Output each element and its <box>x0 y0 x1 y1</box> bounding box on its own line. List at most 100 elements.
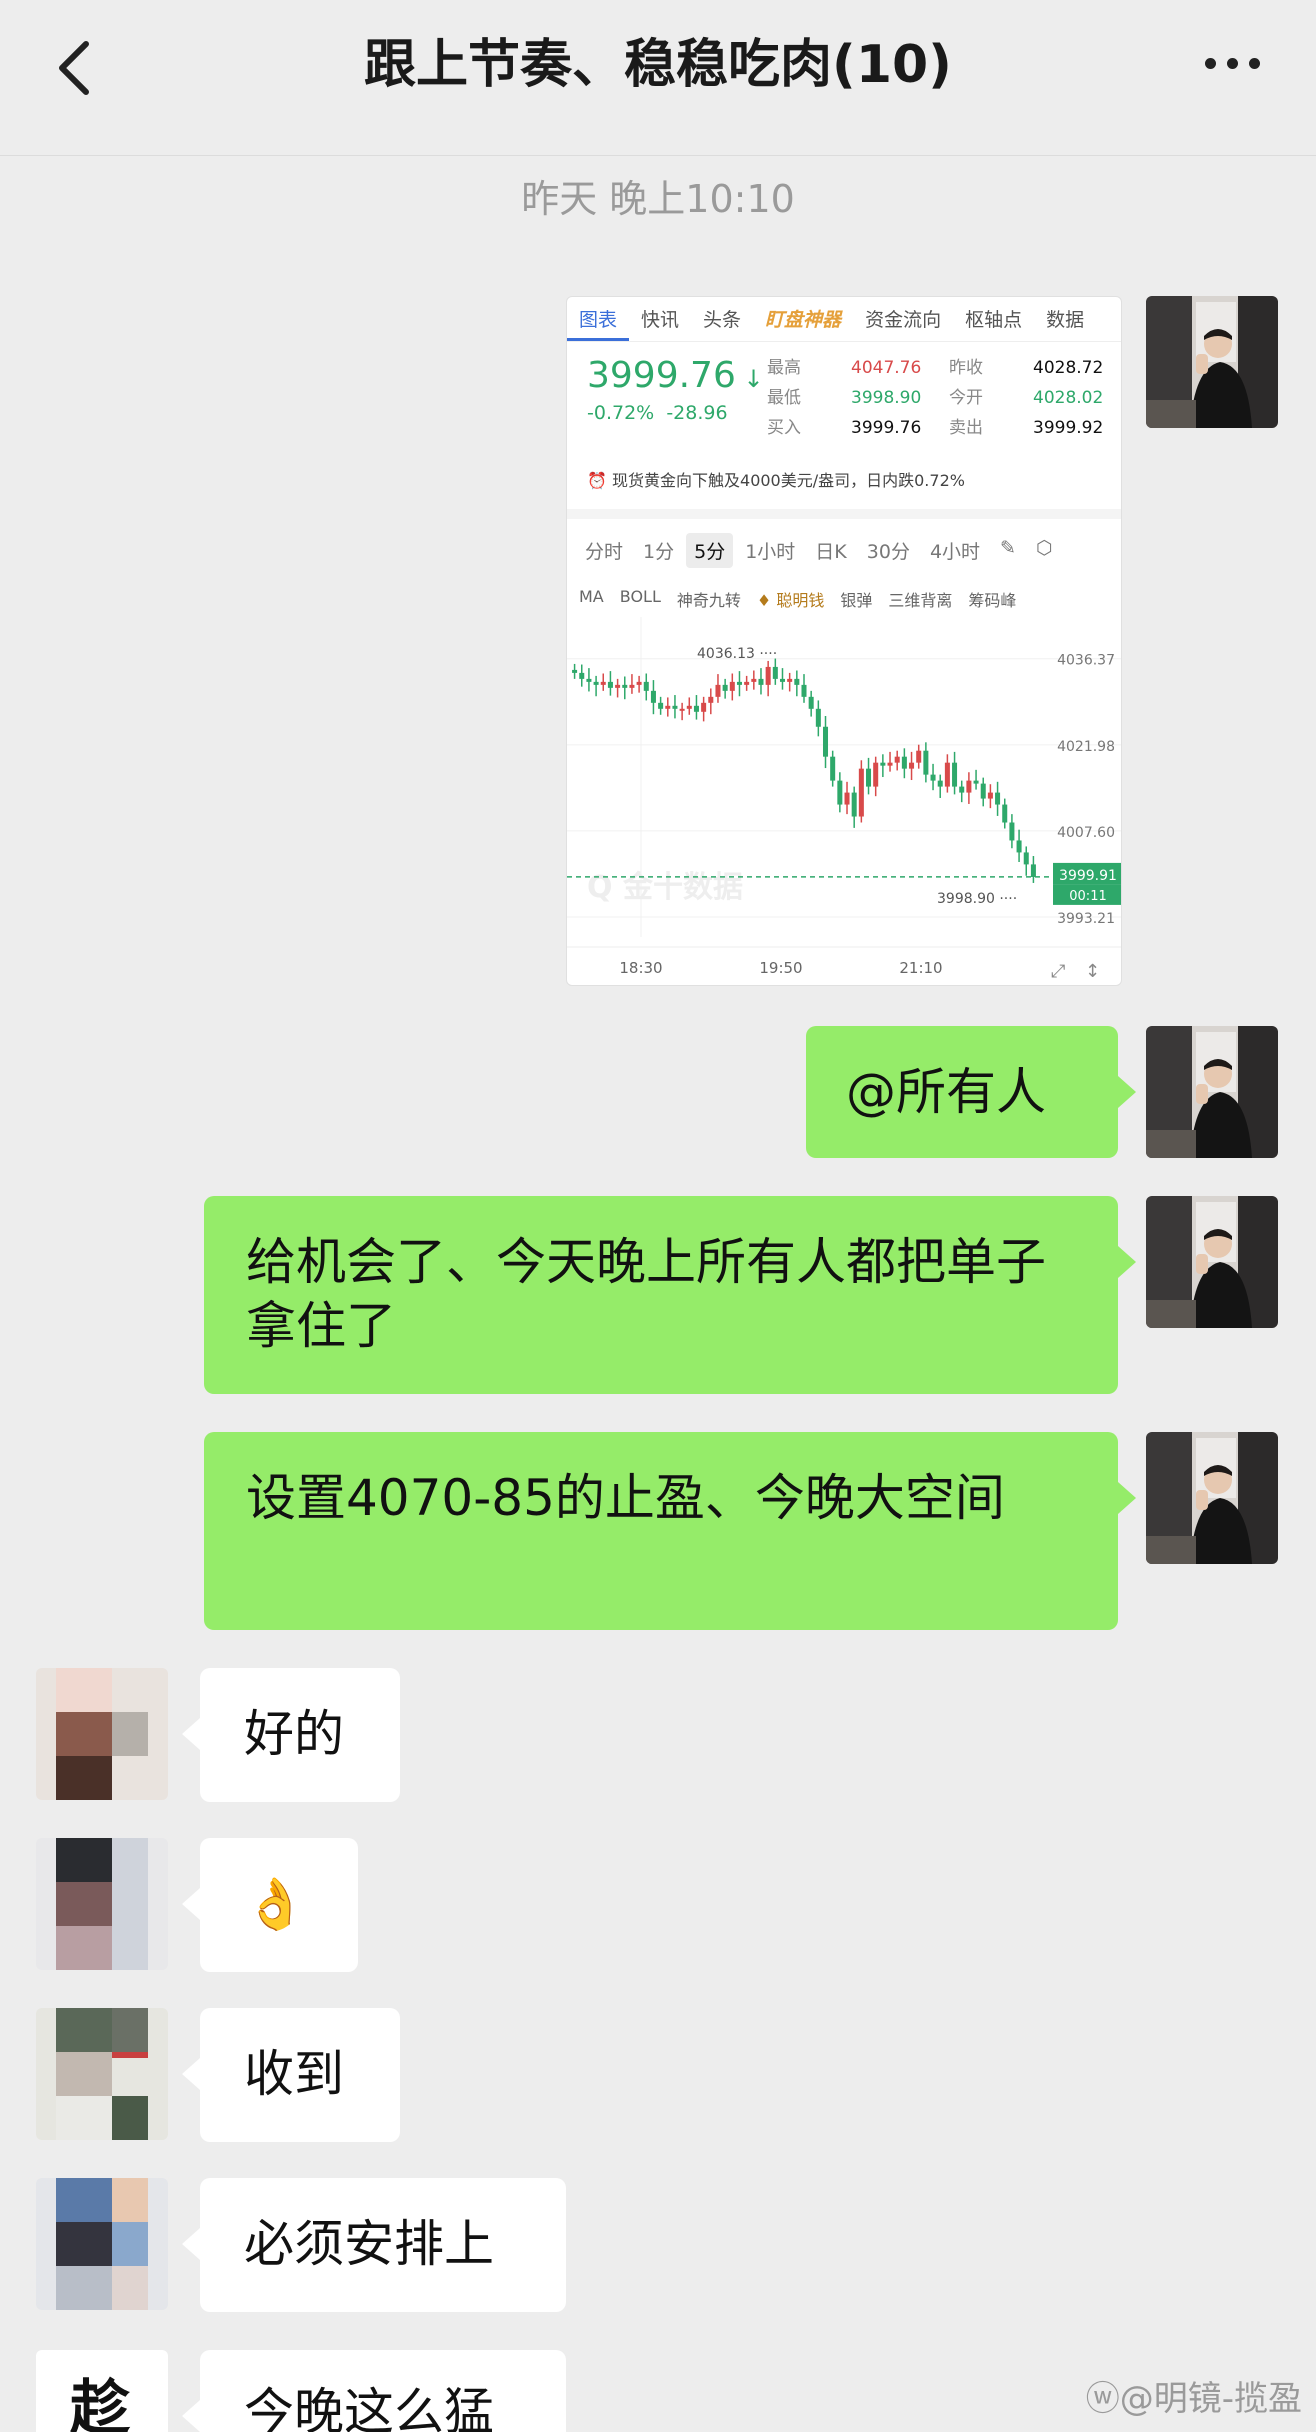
vertical-resize-icon: ↕ <box>1085 961 1100 982</box>
quote-grid: 最高 4047.76 昨收 4028.72 最低 3998.90 今开 4028.02 买入… <box>767 353 1103 443</box>
message-bubble[interactable]: 设置4070-85的止盈、今晚大空间 <box>204 1432 1118 1630</box>
candle-body <box>1030 864 1036 877</box>
avatar-blurred[interactable] <box>36 1668 168 1800</box>
indicator-bar: MA BOLL 神奇九转 ♦ 聪明钱 银弹 三维背离 筹码峰 <box>579 587 1016 611</box>
shared-screenshot[interactable]: 图表 快讯 头条 盯盘神器 资金流向 枢轴点 数据 3999.76 ↓ -0.7… <box>566 296 1122 986</box>
candle-body <box>672 705 678 709</box>
avatar-blurred[interactable] <box>36 1838 168 1970</box>
period-tab[interactable]: 日K <box>807 533 854 568</box>
message-bubble[interactable]: 今晚这么猛 <box>200 2350 566 2432</box>
message-bubble[interactable]: 好的 <box>200 1668 400 1802</box>
candle-body <box>744 681 750 685</box>
candle-body <box>844 792 850 805</box>
candle-body <box>822 726 829 757</box>
avatar-photo <box>1146 1026 1278 1158</box>
candle-body <box>830 756 836 781</box>
avatar-calligraphy[interactable]: 趁 <box>36 2350 168 2432</box>
more-options-button[interactable] <box>1192 38 1272 88</box>
price-alert: ⏰ 现货黄金向下触及4000美元/盎司，日内跌0.72% <box>587 467 965 491</box>
avatar-blurred[interactable] <box>36 2008 168 2140</box>
period-tab[interactable]: 5分 <box>686 533 734 568</box>
y-tick-label: 3993.21 <box>1057 911 1115 927</box>
site-watermark: ⓦ@明镜-揽盈 <box>1086 2371 1302 2420</box>
value-prev-close: 4028.72 <box>1033 358 1104 378</box>
tab-headlines: 头条 <box>703 309 742 331</box>
candle-body <box>701 702 707 712</box>
tab-capital-flow: 资金流向 <box>865 309 942 331</box>
indicator[interactable]: ♦ 聪明钱 <box>757 587 824 611</box>
label-prev-close: 昨收 <box>949 358 983 378</box>
avatar-photo <box>1146 1432 1278 1564</box>
candle-body <box>615 684 621 688</box>
period-tab[interactable]: 30分 <box>859 533 918 568</box>
message-bubble[interactable]: 必须安排上 <box>200 2178 566 2312</box>
weibo-icon: ⓦ <box>1085 2379 1120 2419</box>
avatar-photo <box>1146 1196 1278 1328</box>
chat-title: 跟上节奏、稳稳吃肉(10) <box>364 35 952 95</box>
change-amount: -28.96 <box>666 402 728 424</box>
period-tab[interactable]: 1分 <box>635 533 682 568</box>
candle-body <box>758 678 764 685</box>
candle-body <box>1016 840 1022 853</box>
ok-hand-emoji: 👌 <box>244 1875 307 1933</box>
high-annotation: 4036.13 ···· <box>697 646 777 662</box>
candle-body <box>880 762 886 766</box>
candle-body <box>959 786 965 793</box>
countdown-label: 00:11 <box>1069 889 1106 904</box>
period-tab[interactable]: 1小时 <box>737 533 803 568</box>
message-text: 必须安排上 <box>244 2215 494 2273</box>
candle-body <box>887 762 893 766</box>
candle-body <box>966 780 972 793</box>
expand-icon: ⤢ <box>1051 961 1066 982</box>
candle-body <box>622 684 628 688</box>
candle-body <box>686 705 692 709</box>
candle-body <box>629 684 635 688</box>
screenshot-tabs: 图表 快讯 头条 盯盘神器 资金流向 枢轴点 数据 <box>567 297 1121 341</box>
candle-body <box>751 678 757 682</box>
indicator[interactable]: 三维背离 <box>888 587 952 611</box>
tab-chart: 图表 <box>567 297 630 341</box>
y-tick-label: 4007.60 <box>1057 825 1115 841</box>
message-text: @所有人 <box>846 1063 1046 1121</box>
candle-body <box>894 756 900 763</box>
indicator[interactable]: 银弹 <box>840 587 872 611</box>
message-bubble[interactable]: 收到 <box>200 2008 400 2142</box>
avatar-char: 趁 <box>70 2374 130 2432</box>
avatar-blurred[interactable] <box>36 2178 168 2310</box>
candlestick-chart: 4036.37 4021.98 4007.60 3993.21 Q 金十数据 4036.1… <box>567 617 1121 982</box>
candle-body <box>901 756 907 769</box>
x-tick-label: 21:10 <box>899 959 942 977</box>
candle-body <box>708 696 714 703</box>
period-tab[interactable]: 分时 <box>577 533 631 568</box>
settings-icon[interactable]: ⬡ <box>1028 533 1061 568</box>
last-price: 3999.76 <box>587 355 736 396</box>
indicator[interactable]: 神奇九转 <box>677 587 741 611</box>
candle-body <box>593 681 599 685</box>
candle-body <box>572 669 578 673</box>
back-button[interactable] <box>44 28 104 108</box>
message-bubble[interactable]: @所有人 <box>806 1026 1118 1158</box>
indicator[interactable]: BOLL <box>620 587 661 611</box>
candle-body <box>916 750 922 763</box>
candle-body <box>909 762 915 769</box>
label-high: 最高 <box>767 358 801 378</box>
avatar[interactable] <box>1146 1026 1278 1158</box>
avatar[interactable] <box>1146 1432 1278 1564</box>
draw-tool-icon[interactable]: ✎ <box>992 533 1024 568</box>
candle-body <box>973 780 979 784</box>
candle-body <box>794 678 800 685</box>
change-percent: -0.72% <box>587 402 655 424</box>
message-bubble[interactable]: 给机会了、今天晚上所有人都把单子拿住了 <box>204 1196 1118 1394</box>
alert-text: 现货黄金向下触及4000美元/盎司，日内跌0.72% <box>612 471 965 490</box>
indicator[interactable]: 筹码峰 <box>968 587 1016 611</box>
alarm-icon: ⏰ <box>587 471 613 490</box>
period-tab[interactable]: 4小时 <box>922 533 988 568</box>
tab-data: 数据 <box>1046 309 1085 331</box>
avatar[interactable] <box>1146 1196 1278 1328</box>
indicator[interactable]: MA <box>579 587 604 611</box>
candle-body <box>665 705 671 709</box>
tab-monitor: 盯盘神器 <box>765 309 842 331</box>
message-bubble[interactable]: 👌 <box>200 1838 358 1972</box>
avatar[interactable] <box>1146 296 1278 428</box>
candle-body <box>801 684 807 697</box>
